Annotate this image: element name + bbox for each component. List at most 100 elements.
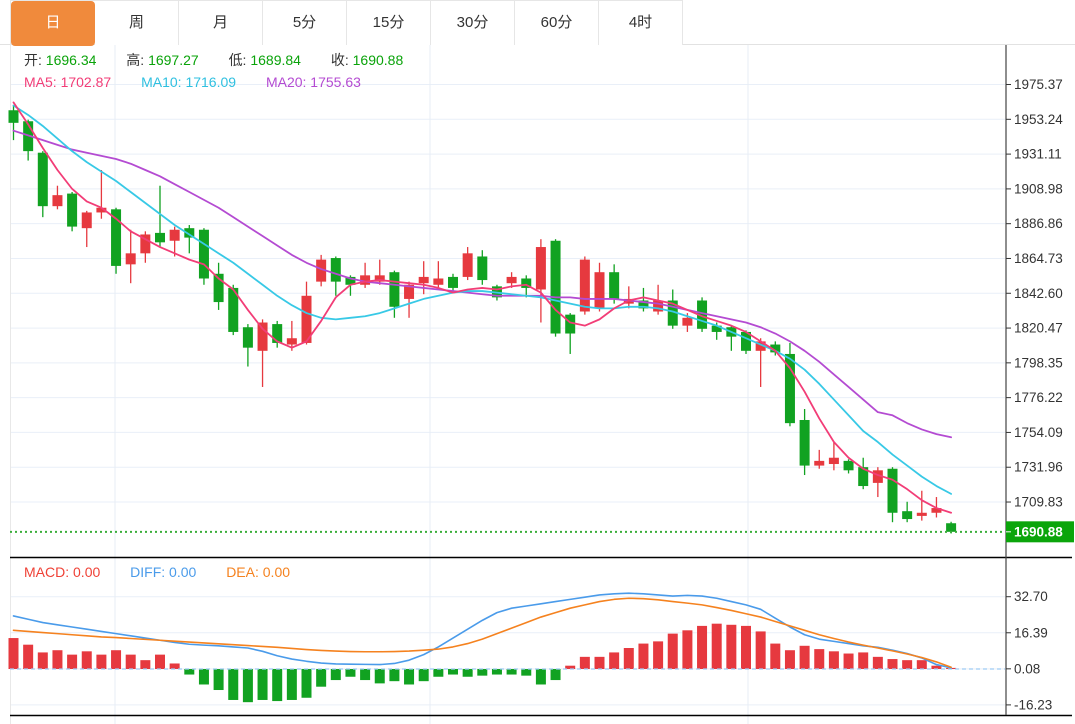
macd-bar: [887, 659, 898, 670]
candle-body: [418, 276, 429, 284]
candle-body: [242, 327, 253, 348]
period-tabs: 日 周 月 5分 15分 30分 60分 4时: [10, 0, 683, 46]
tab-5min[interactable]: 5分: [263, 1, 347, 45]
macd-bar: [345, 669, 356, 677]
macd-bar: [418, 669, 429, 682]
axis-tick-label: 1842.60: [1014, 286, 1063, 301]
macd-bar: [594, 656, 605, 670]
macd-bar: [111, 650, 122, 670]
candle-body: [594, 272, 605, 309]
candle-body: [433, 278, 444, 285]
macd-legend: MACD: 0.00 DIFF: 0.00 DEA: 0.00: [24, 564, 316, 580]
diff-label: DIFF:: [130, 564, 166, 580]
macd-bar: [916, 660, 927, 670]
ma20-label: MA20:: [265, 74, 307, 90]
grid-lines: [10, 45, 1005, 724]
macd-bar: [8, 638, 19, 670]
macd-bar: [301, 669, 312, 698]
panel-separators: [10, 556, 1072, 717]
macd-bar: [579, 656, 590, 670]
current-price-label: 1690.88: [1014, 524, 1063, 539]
macd-bar: [858, 652, 869, 670]
candle-body: [67, 193, 78, 227]
candle-body: [81, 212, 92, 229]
macd-bar: [799, 645, 810, 670]
ma5-value: 1702.87: [60, 74, 112, 90]
dea-value: 0.00: [262, 564, 291, 580]
macd-histogram: [8, 623, 1005, 703]
low-label: 低:: [228, 52, 247, 68]
macd-bar: [477, 669, 488, 676]
axis-tick-label: 1731.96: [1014, 460, 1063, 475]
candlestick-chart[interactable]: 1975.37 1953.24 1931.11 1908.98 1886.86 1864.…: [0, 0, 1075, 724]
axis-tick-label: 1754.09: [1014, 425, 1063, 440]
macd-bar: [682, 630, 693, 670]
candle-body: [37, 152, 48, 207]
candle-body: [169, 229, 180, 241]
candle-body: [550, 240, 561, 334]
candle-body: [198, 229, 209, 279]
macd-bar: [653, 641, 664, 670]
macd-bar: [52, 650, 63, 670]
candle-body: [389, 272, 400, 307]
macd-label: MACD:: [24, 564, 70, 580]
ma-legend: MA5: 1702.87 MA10: 1716.09 MA20: 1755.63: [24, 74, 387, 90]
candle-body: [286, 338, 297, 345]
dea-label: DEA:: [226, 564, 259, 580]
candle-body: [125, 253, 136, 265]
macd-bar: [155, 654, 165, 670]
ma10-value: 1716.09: [185, 74, 237, 90]
candle-body: [799, 419, 810, 466]
axis-tick-label: 1908.98: [1014, 181, 1063, 196]
macd-bar: [667, 633, 678, 670]
candle-body: [506, 276, 517, 284]
macd-bar: [872, 656, 883, 670]
macd-bar: [389, 669, 400, 682]
axis-tick-label: 1953.24: [1014, 112, 1063, 127]
tab-daily[interactable]: 日: [11, 1, 95, 46]
candle-body: [579, 259, 590, 312]
tab-60min[interactable]: 60分: [515, 1, 599, 45]
axis-tick-label: -16.23: [1014, 697, 1052, 712]
candle-body: [448, 276, 458, 288]
candle-body: [462, 253, 473, 277]
price-axis: 1975.37 1953.24 1931.11 1908.98 1886.86 1864.…: [1005, 45, 1063, 715]
tab-30min[interactable]: 30分: [431, 1, 515, 45]
ma5-label: MA5:: [24, 74, 57, 90]
axis-tick-label: 1709.83: [1014, 495, 1063, 510]
axis-tick-label: 0.08: [1014, 661, 1040, 676]
ma10-label: MA10:: [141, 74, 182, 90]
ma20-value: 1755.63: [310, 74, 361, 90]
macd-bar: [433, 669, 444, 677]
candle-body: [155, 232, 165, 243]
candle-body: [843, 460, 854, 471]
axis-tick-label: 16.39: [1014, 625, 1048, 640]
ohlc-legend: 开: 1696.34 高: 1697.27 低: 1689.84 收: 1690…: [24, 50, 429, 70]
candle-body: [902, 511, 913, 520]
axis-tick-label: 1931.11: [1014, 147, 1062, 162]
macd-bar: [330, 669, 341, 681]
macd-bar: [506, 669, 517, 675]
macd-bar: [448, 669, 458, 675]
candle-body: [946, 523, 957, 532]
macd-bar: [609, 652, 620, 670]
macd-bar: [814, 649, 825, 670]
axis-tick-label: 1864.73: [1014, 251, 1063, 266]
open-label: 开:: [24, 52, 42, 68]
macd-bar: [374, 669, 385, 684]
macd-bar: [521, 669, 532, 676]
axis-tick-label: 1886.86: [1014, 216, 1063, 231]
high-value: 1697.27: [148, 52, 199, 68]
axis-tick-label: 1798.35: [1014, 355, 1063, 370]
close-value: 1690.88: [352, 52, 404, 68]
tab-weekly[interactable]: 周: [95, 1, 179, 45]
macd-bar: [360, 669, 371, 681]
tab-15min[interactable]: 15分: [347, 1, 431, 45]
macd-bar: [67, 654, 78, 670]
candle-body: [330, 258, 341, 282]
high-label: 高:: [126, 52, 145, 68]
tab-monthly[interactable]: 月: [179, 1, 263, 45]
macd-bar: [623, 648, 634, 670]
tab-4hour[interactable]: 4时: [599, 1, 683, 45]
macd-bar: [242, 669, 253, 703]
